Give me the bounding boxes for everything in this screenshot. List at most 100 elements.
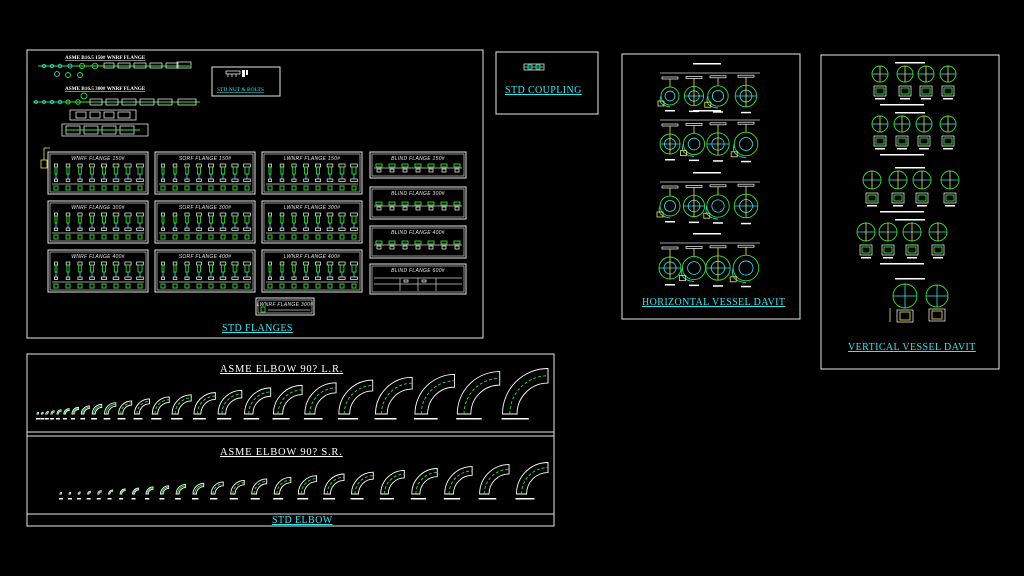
- elbow-figure: [151, 396, 170, 420]
- davit-figure: [871, 65, 889, 100]
- elbow-figure: [80, 405, 90, 420]
- horizontal-davit-title: HORIZONTAL VESSEL DAVIT: [642, 297, 785, 308]
- davit-figure: [893, 115, 911, 150]
- davit-figure: [925, 284, 949, 322]
- elbow-figure: [350, 471, 374, 500]
- elbow-lr-title: ASME ELBOW 90? L.R.: [220, 364, 343, 375]
- elbow-figure: [117, 400, 133, 420]
- std-coupling-title: STD COUPLING: [505, 85, 582, 96]
- elbow-figure: [67, 491, 72, 500]
- elbow-figure: [297, 475, 318, 500]
- elbow-figure: [107, 489, 114, 500]
- elbow-figure: [133, 398, 150, 420]
- elbow-figure: [303, 382, 337, 420]
- davit-figure: [939, 65, 957, 100]
- davit-figure: [856, 222, 876, 259]
- std-coupling-block: STD COUPLING: [495, 51, 599, 115]
- elbow-figure: [103, 402, 117, 420]
- wnrf150-row-drawing: [38, 61, 192, 78]
- elbow-figure: [62, 408, 70, 420]
- std-elbow-title: STD ELBOW: [272, 515, 333, 526]
- flange-panel: LWNRF FLANGE 300#: [261, 200, 363, 244]
- flange-panel: WNRF FLANGE 400#: [47, 249, 149, 293]
- flange-panel-label: LWNRF FLANGE 300#: [284, 205, 341, 211]
- elbow-figure: [191, 482, 205, 500]
- flange-panel-label: WNRF FLANGE 400#: [71, 254, 125, 260]
- flange-panel: BLIND FLANGE 150#: [369, 151, 467, 179]
- davit-figure: [679, 246, 707, 287]
- elbow-figure: [119, 488, 126, 500]
- davit-figure: [658, 246, 682, 286]
- flange-panel-label: SORF FLANGE 300#: [179, 205, 232, 211]
- davit-figure: [656, 185, 681, 223]
- elbow-figure: [210, 481, 224, 500]
- elbow-figure: [49, 410, 55, 420]
- horizontal-davit-block: HORIZONTAL VESSEL DAVIT: [621, 53, 801, 320]
- davit-figure: [682, 185, 706, 224]
- flange-panel-label: BLIND FLANGE 400#: [391, 230, 445, 236]
- davit-figure: [915, 115, 933, 150]
- flange-panel: BLIND FLANGE 400#: [369, 225, 467, 259]
- davit-figure: [706, 122, 730, 162]
- elbow-figure: [374, 376, 413, 420]
- davit-figure: [902, 222, 922, 259]
- std-coupling-frame: [495, 51, 599, 115]
- flange-panel: BLIND FLANGE 300#: [369, 186, 467, 220]
- flange-panel: WNRF FLANGE 150#: [47, 151, 149, 195]
- davit-figure: [659, 123, 681, 161]
- flange-panel-grid: WNRF FLANGE 150# SORF FLANGE 150# LWNRF FL…: [47, 151, 467, 316]
- elbow-figure: [413, 374, 455, 420]
- elbow-figure: [91, 403, 103, 420]
- elbow-figure: [86, 490, 91, 500]
- elbow-figure: [250, 478, 268, 500]
- elbow-figure: [144, 486, 154, 500]
- davit-figure: [733, 183, 759, 225]
- elbow-figure: [131, 487, 139, 500]
- elbow-figure: [55, 409, 62, 420]
- davit-figure: [939, 115, 957, 150]
- davit-figure: [729, 244, 760, 288]
- elbow-figure: [40, 411, 45, 420]
- flange-panel-label: BLIND FLANGE 600#: [391, 268, 445, 274]
- davit-figure: [871, 115, 889, 150]
- elbow-figure: [272, 384, 303, 420]
- elbow-figure: [192, 392, 216, 420]
- std-flanges-title: STD FLANGES: [222, 323, 293, 334]
- elbow-sr-title: ASME ELBOW 90? S.R.: [220, 447, 343, 458]
- flange-panel-label: SORF FLANGE 400#: [179, 254, 232, 260]
- davit-figure: [704, 75, 729, 113]
- elbow-figure: [171, 394, 192, 420]
- connector-line: [43, 147, 50, 160]
- elbow-figure: [243, 387, 272, 420]
- davit-figure: [896, 65, 914, 100]
- elbow-figure: [443, 466, 473, 500]
- davit-figure: [912, 170, 932, 207]
- flange-panel: LWNRF FLANGE 400#: [261, 249, 363, 293]
- davit-figure: [657, 76, 680, 112]
- davit-figure: [917, 65, 935, 100]
- horizontal-davit-figures: [656, 63, 760, 288]
- flange-panel-label: BLIND FLANGE 300#: [391, 191, 445, 197]
- davit-figure: [940, 170, 960, 207]
- elbow-figure: [217, 389, 243, 420]
- elbow-figure: [96, 490, 102, 500]
- flange-panel: WNRF FLANGE 300#: [47, 200, 149, 244]
- flange-panel-label: LWNRF FLANGE 400#: [284, 254, 341, 260]
- davit-figure: [888, 170, 908, 207]
- davit-figure: [680, 123, 706, 162]
- elbow-figure: [478, 464, 510, 500]
- wnrf300-header: ASME B16.5 300# WNRF FLANGE: [65, 86, 146, 92]
- davit-figure: [705, 245, 731, 287]
- elbow-figure: [515, 462, 549, 500]
- elbow-figure: [337, 379, 374, 420]
- davit-figure: [703, 184, 730, 224]
- vertical-davit-title: VERTICAL VESSEL DAVIT: [848, 342, 976, 353]
- davit-figure: [730, 121, 759, 163]
- elbow-figure: [36, 412, 40, 420]
- nut-bolts-box: STD NUT & BOLTS: [211, 66, 281, 97]
- elbow-figure: [323, 473, 345, 500]
- elbow-figure: [273, 476, 292, 500]
- davit-figure: [892, 283, 918, 323]
- elbow-figure: [59, 492, 63, 500]
- nut-bolts-title: STD NUT & BOLTS: [217, 87, 264, 93]
